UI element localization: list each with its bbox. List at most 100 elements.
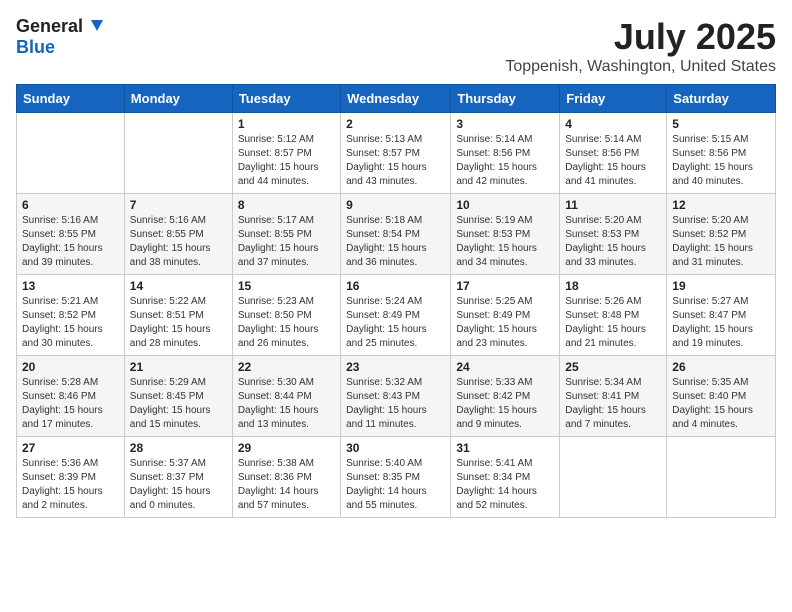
calendar-cell: 10 Sunrise: 5:19 AMSunset: 8:53 PMDayligh… xyxy=(451,194,560,275)
day-detail: Sunrise: 5:24 AMSunset: 8:49 PMDaylight:… xyxy=(346,295,445,351)
day-detail: Sunrise: 5:30 AMSunset: 8:44 PMDaylight:… xyxy=(238,376,335,432)
day-number: 29 xyxy=(238,441,335,455)
calendar-cell xyxy=(124,113,232,194)
day-detail: Sunrise: 5:14 AMSunset: 8:56 PMDaylight:… xyxy=(565,133,661,189)
weekday-header-thursday: Thursday xyxy=(451,85,560,113)
calendar-cell: 8 Sunrise: 5:17 AMSunset: 8:55 PMDaylight… xyxy=(232,194,340,275)
day-detail: Sunrise: 5:23 AMSunset: 8:50 PMDaylight:… xyxy=(238,295,335,351)
weekday-header-sunday: Sunday xyxy=(17,85,125,113)
day-detail: Sunrise: 5:22 AMSunset: 8:51 PMDaylight:… xyxy=(130,295,227,351)
weekday-header-saturday: Saturday xyxy=(667,85,776,113)
day-detail: Sunrise: 5:15 AMSunset: 8:56 PMDaylight:… xyxy=(672,133,770,189)
day-detail: Sunrise: 5:19 AMSunset: 8:53 PMDaylight:… xyxy=(456,214,554,270)
day-detail: Sunrise: 5:12 AMSunset: 8:57 PMDaylight:… xyxy=(238,133,335,189)
day-detail: Sunrise: 5:18 AMSunset: 8:54 PMDaylight:… xyxy=(346,214,445,270)
calendar-week-4: 20 Sunrise: 5:28 AMSunset: 8:46 PMDayligh… xyxy=(17,356,776,437)
day-number: 12 xyxy=(672,198,770,212)
day-detail: Sunrise: 5:20 AMSunset: 8:53 PMDaylight:… xyxy=(565,214,661,270)
calendar-week-1: 1 Sunrise: 5:12 AMSunset: 8:57 PMDaylight… xyxy=(17,113,776,194)
day-detail: Sunrise: 5:40 AMSunset: 8:35 PMDaylight:… xyxy=(346,457,445,513)
day-detail: Sunrise: 5:41 AMSunset: 8:34 PMDaylight:… xyxy=(456,457,554,513)
calendar-cell: 4 Sunrise: 5:14 AMSunset: 8:56 PMDaylight… xyxy=(560,113,667,194)
calendar-cell xyxy=(667,437,776,518)
calendar-cell: 11 Sunrise: 5:20 AMSunset: 8:53 PMDayligh… xyxy=(560,194,667,275)
day-number: 21 xyxy=(130,360,227,374)
day-detail: Sunrise: 5:27 AMSunset: 8:47 PMDaylight:… xyxy=(672,295,770,351)
calendar-week-2: 6Sunrise: 5:16 AMSunset: 8:55 PMDaylight… xyxy=(17,194,776,275)
month-title: July 2025 xyxy=(505,16,776,58)
day-number: 26 xyxy=(672,360,770,374)
day-detail: Sunrise: 5:26 AMSunset: 8:48 PMDaylight:… xyxy=(565,295,661,351)
day-detail: Sunrise: 5:16 AMSunset: 8:55 PMDaylight:… xyxy=(130,214,227,270)
day-number: 17 xyxy=(456,279,554,293)
calendar-week-3: 13Sunrise: 5:21 AMSunset: 8:52 PMDayligh… xyxy=(17,275,776,356)
day-number: 15 xyxy=(238,279,335,293)
calendar-cell: 17 Sunrise: 5:25 AMSunset: 8:49 PMDayligh… xyxy=(451,275,560,356)
weekday-header-row: SundayMondayTuesdayWednesdayThursdayFrid… xyxy=(17,85,776,113)
calendar-cell: 9 Sunrise: 5:18 AMSunset: 8:54 PMDaylight… xyxy=(341,194,451,275)
day-number: 10 xyxy=(456,198,554,212)
calendar-body: 1 Sunrise: 5:12 AMSunset: 8:57 PMDaylight… xyxy=(17,113,776,518)
calendar-week-5: 27Sunrise: 5:36 AMSunset: 8:39 PMDayligh… xyxy=(17,437,776,518)
day-detail: Sunrise: 5:25 AMSunset: 8:49 PMDaylight:… xyxy=(456,295,554,351)
calendar-cell: 21Sunrise: 5:29 AMSunset: 8:45 PMDayligh… xyxy=(124,356,232,437)
day-number: 27 xyxy=(22,441,119,455)
calendar-cell: 18 Sunrise: 5:26 AMSunset: 8:48 PMDayligh… xyxy=(560,275,667,356)
day-detail: Sunrise: 5:13 AMSunset: 8:57 PMDaylight:… xyxy=(346,133,445,189)
day-number: 31 xyxy=(456,441,554,455)
day-number: 18 xyxy=(565,279,661,293)
day-detail: Sunrise: 5:32 AMSunset: 8:43 PMDaylight:… xyxy=(346,376,445,432)
weekday-header-monday: Monday xyxy=(124,85,232,113)
calendar-cell: 15 Sunrise: 5:23 AMSunset: 8:50 PMDayligh… xyxy=(232,275,340,356)
day-detail: Sunrise: 5:34 AMSunset: 8:41 PMDaylight:… xyxy=(565,376,661,432)
calendar-cell: 5 Sunrise: 5:15 AMSunset: 8:56 PMDaylight… xyxy=(667,113,776,194)
calendar-cell: 25 Sunrise: 5:34 AMSunset: 8:41 PMDayligh… xyxy=(560,356,667,437)
logo: General Blue xyxy=(16,16,103,58)
day-number: 28 xyxy=(130,441,227,455)
day-detail: Sunrise: 5:35 AMSunset: 8:40 PMDaylight:… xyxy=(672,376,770,432)
day-number: 1 xyxy=(238,117,335,131)
day-number: 4 xyxy=(565,117,661,131)
day-detail: Sunrise: 5:38 AMSunset: 8:36 PMDaylight:… xyxy=(238,457,335,513)
calendar-cell: 7Sunrise: 5:16 AMSunset: 8:55 PMDaylight… xyxy=(124,194,232,275)
logo-blue-text: Blue xyxy=(16,37,55,57)
calendar-cell: 30 Sunrise: 5:40 AMSunset: 8:35 PMDayligh… xyxy=(341,437,451,518)
calendar-cell: 1 Sunrise: 5:12 AMSunset: 8:57 PMDaylight… xyxy=(232,113,340,194)
weekday-header-tuesday: Tuesday xyxy=(232,85,340,113)
day-number: 20 xyxy=(22,360,119,374)
calendar-cell: 14Sunrise: 5:22 AMSunset: 8:51 PMDayligh… xyxy=(124,275,232,356)
calendar-cell: 2Sunrise: 5:13 AMSunset: 8:57 PMDaylight… xyxy=(341,113,451,194)
day-number: 3 xyxy=(456,117,554,131)
day-detail: Sunrise: 5:16 AMSunset: 8:55 PMDaylight:… xyxy=(22,214,119,270)
title-block: July 2025 Toppenish, Washington, United … xyxy=(505,16,776,76)
day-number: 5 xyxy=(672,117,770,131)
calendar-cell xyxy=(560,437,667,518)
day-number: 24 xyxy=(456,360,554,374)
calendar-cell: 3Sunrise: 5:14 AMSunset: 8:56 PMDaylight… xyxy=(451,113,560,194)
day-number: 25 xyxy=(565,360,661,374)
day-number: 13 xyxy=(22,279,119,293)
calendar-cell: 19Sunrise: 5:27 AMSunset: 8:47 PMDayligh… xyxy=(667,275,776,356)
day-detail: Sunrise: 5:20 AMSunset: 8:52 PMDaylight:… xyxy=(672,214,770,270)
page-header: General Blue July 2025 Toppenish, Washin… xyxy=(16,16,776,76)
logo-icon xyxy=(85,17,103,35)
day-number: 8 xyxy=(238,198,335,212)
calendar-cell: 16 Sunrise: 5:24 AMSunset: 8:49 PMDayligh… xyxy=(341,275,451,356)
day-detail: Sunrise: 5:28 AMSunset: 8:46 PMDaylight:… xyxy=(22,376,119,432)
day-detail: Sunrise: 5:17 AMSunset: 8:55 PMDaylight:… xyxy=(238,214,335,270)
day-number: 30 xyxy=(346,441,445,455)
day-number: 11 xyxy=(565,198,661,212)
calendar-cell: 24 Sunrise: 5:33 AMSunset: 8:42 PMDayligh… xyxy=(451,356,560,437)
calendar-cell: 26 Sunrise: 5:35 AMSunset: 8:40 PMDayligh… xyxy=(667,356,776,437)
calendar-cell: 23Sunrise: 5:32 AMSunset: 8:43 PMDayligh… xyxy=(341,356,451,437)
day-detail: Sunrise: 5:33 AMSunset: 8:42 PMDaylight:… xyxy=(456,376,554,432)
logo-general-text: General xyxy=(16,16,83,37)
location-title: Toppenish, Washington, United States xyxy=(505,58,776,76)
calendar-cell: 27Sunrise: 5:36 AMSunset: 8:39 PMDayligh… xyxy=(17,437,125,518)
calendar-cell: 13Sunrise: 5:21 AMSunset: 8:52 PMDayligh… xyxy=(17,275,125,356)
calendar-cell: 28Sunrise: 5:37 AMSunset: 8:37 PMDayligh… xyxy=(124,437,232,518)
day-number: 9 xyxy=(346,198,445,212)
weekday-header-wednesday: Wednesday xyxy=(341,85,451,113)
day-number: 16 xyxy=(346,279,445,293)
calendar-cell: 6Sunrise: 5:16 AMSunset: 8:55 PMDaylight… xyxy=(17,194,125,275)
